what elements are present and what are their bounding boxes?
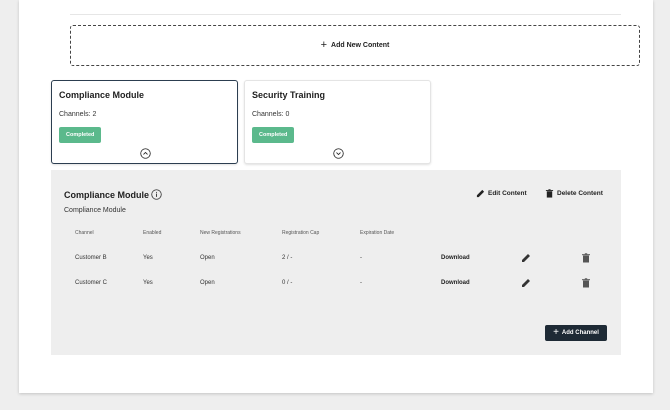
trash-icon (545, 188, 554, 198)
edit-content-label: Edit Content (488, 189, 527, 197)
download-link[interactable]: Download (441, 280, 470, 286)
cell-enabled: Yes (143, 255, 153, 261)
plus-icon: + (553, 327, 559, 338)
add-channel-button[interactable]: + Add Channel (545, 325, 607, 341)
column-header-expiration-date: Expiration Date (360, 230, 395, 236)
chevron-up-icon[interactable] (139, 148, 151, 159)
cell-channel: Customer B (75, 255, 107, 261)
pencil-icon (476, 189, 485, 197)
column-header-enabled: Enabled (143, 230, 162, 236)
delete-content-label: Delete Content (557, 189, 603, 197)
pencil-icon[interactable] (521, 278, 531, 288)
pencil-icon[interactable] (521, 253, 531, 263)
cell-registrations: Open (200, 255, 215, 261)
content-card-security-training[interactable]: Security Training Channels: 0 Completed (244, 80, 431, 164)
status-badge: Completed (59, 127, 102, 143)
divider (70, 14, 621, 15)
card-channels: Channels: 0 (252, 111, 290, 118)
panel-title: Compliance Module (64, 190, 150, 200)
chevron-down-icon[interactable] (332, 148, 344, 159)
content-detail-panel: Compliance Module Compliance Module Edit… (51, 170, 621, 355)
info-icon[interactable] (151, 189, 162, 200)
top-description-text: ... ... ... ... (67, 0, 96, 1)
cell-registrations: Open (200, 280, 215, 286)
delete-content-button[interactable]: Delete Content (545, 187, 603, 199)
cell-cap: 2 / - (282, 255, 293, 261)
content-card-compliance-module[interactable]: Compliance Module Channels: 2 Completed (51, 80, 238, 164)
status-badge: Completed (252, 127, 295, 143)
cell-enabled: Yes (143, 280, 153, 286)
column-header-registration-cap: Registration Cap (282, 230, 320, 236)
download-link[interactable]: Download (441, 255, 470, 261)
card-title: Security Training (252, 90, 326, 100)
column-header-channel: Channel (75, 230, 94, 236)
card-channels: Channels: 2 (59, 111, 97, 118)
edit-content-button[interactable]: Edit Content (476, 187, 527, 199)
cell-channel: Customer C (75, 280, 108, 286)
card-title: Compliance Module (59, 90, 145, 100)
add-new-content-button[interactable]: + Add New Content (70, 25, 640, 66)
trash-icon[interactable] (581, 278, 591, 288)
cell-expiration: - (360, 280, 362, 286)
cell-cap: 0 / - (282, 280, 293, 286)
trash-icon[interactable] (581, 253, 591, 263)
cell-expiration: - (360, 255, 362, 261)
column-header-new-registrations: New Registrations (200, 230, 241, 236)
add-channel-label: Add Channel (561, 330, 599, 336)
plus-icon: + (320, 39, 328, 51)
panel-subtitle: Compliance Module (64, 207, 126, 214)
add-new-content-label: Add New Content (331, 42, 390, 49)
